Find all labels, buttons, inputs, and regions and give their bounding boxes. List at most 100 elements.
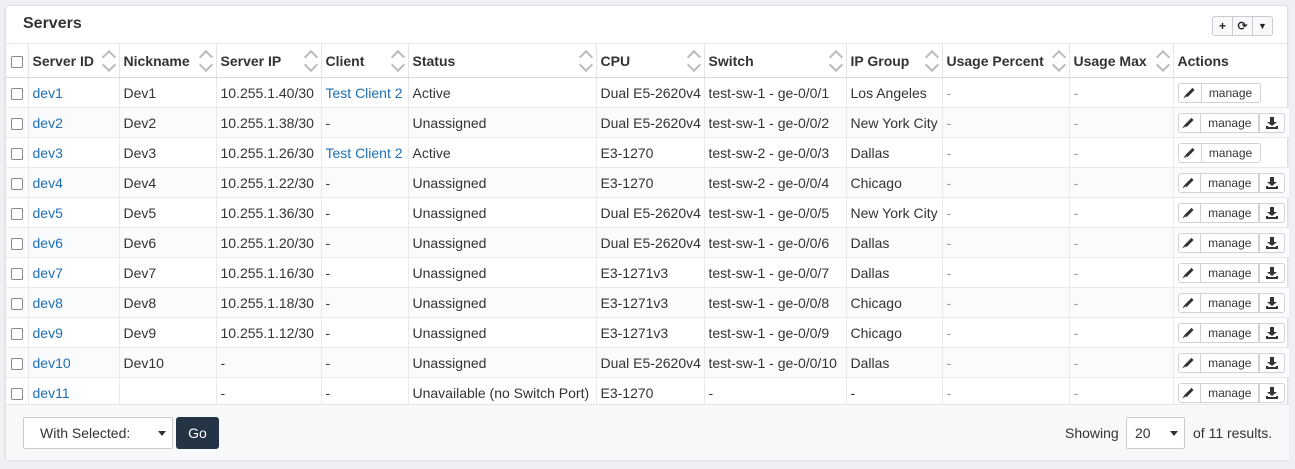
- status-cell: Unassigned: [408, 257, 597, 288]
- server-id-link[interactable]: dev9: [33, 325, 63, 341]
- col-server-ip[interactable]: Server IP: [216, 43, 322, 78]
- server-ip-cell: 10.255.1.16/30: [216, 257, 322, 288]
- server-id-link[interactable]: dev1: [33, 85, 63, 101]
- go-button[interactable]: Go: [176, 417, 219, 449]
- row-checkbox[interactable]: [10, 387, 23, 400]
- actions-cell: manage: [1173, 197, 1289, 228]
- switch-cell: test-sw-1 - ge-0/0/8: [704, 287, 847, 318]
- download-button[interactable]: [1259, 292, 1285, 313]
- add-button[interactable]: +: [1212, 16, 1233, 36]
- manage-button[interactable]: manage: [1200, 382, 1260, 403]
- status-cell: Active: [408, 137, 597, 168]
- client-value: -: [325, 174, 331, 191]
- col-server-id[interactable]: Server ID: [28, 43, 120, 78]
- row-checkbox[interactable]: [10, 297, 23, 310]
- server-id-link[interactable]: dev4: [33, 175, 63, 191]
- download-button[interactable]: [1259, 202, 1285, 223]
- edit-button[interactable]: [1177, 352, 1202, 373]
- row-select-cell: [6, 197, 29, 228]
- results-count: of 11 results.: [1193, 425, 1273, 441]
- download-button[interactable]: [1259, 232, 1285, 253]
- row-checkbox[interactable]: [10, 177, 23, 190]
- manage-button[interactable]: manage: [1200, 262, 1260, 283]
- ip-group-cell: New York City: [846, 107, 943, 138]
- usage-percent-cell: -: [942, 167, 1070, 198]
- col-client[interactable]: Client: [321, 43, 409, 78]
- manage-button[interactable]: manage: [1200, 292, 1260, 313]
- row-checkbox[interactable]: [10, 117, 23, 130]
- manage-button[interactable]: manage: [1200, 172, 1260, 193]
- manage-button[interactable]: manage: [1200, 232, 1260, 253]
- edit-button[interactable]: [1177, 292, 1202, 313]
- server-id-cell: dev4: [28, 167, 120, 198]
- panel-tools: + ⟳ ▼: [1212, 16, 1273, 36]
- download-button[interactable]: [1259, 382, 1285, 403]
- bulk-action-select[interactable]: With Selected:: [23, 417, 173, 449]
- pencil-icon: [1184, 147, 1195, 158]
- server-id-link[interactable]: dev7: [33, 265, 63, 281]
- row-checkbox[interactable]: [10, 207, 23, 220]
- manage-button[interactable]: manage: [1200, 322, 1260, 343]
- page-size-select[interactable]: 20: [1126, 417, 1185, 449]
- row-checkbox[interactable]: [10, 87, 23, 100]
- download-button[interactable]: [1259, 172, 1285, 193]
- edit-button[interactable]: [1177, 382, 1202, 403]
- server-id-link[interactable]: dev11: [33, 385, 70, 401]
- server-id-link[interactable]: dev10: [33, 355, 71, 371]
- usage-max-cell: -: [1069, 257, 1174, 288]
- manage-button[interactable]: manage: [1200, 82, 1261, 103]
- col-usage-max[interactable]: Usage Max: [1069, 43, 1174, 78]
- edit-button[interactable]: [1177, 262, 1202, 283]
- edit-button[interactable]: [1177, 322, 1202, 343]
- col-status[interactable]: Status: [408, 43, 597, 78]
- download-button[interactable]: [1259, 352, 1285, 373]
- select-all-checkbox[interactable]: [10, 55, 23, 68]
- row-actions: manage: [1177, 82, 1286, 103]
- col-usage-percent[interactable]: Usage Percent: [942, 43, 1070, 78]
- edit-button[interactable]: [1177, 142, 1202, 163]
- col-ip-group[interactable]: IP Group: [846, 43, 943, 78]
- sort-icon: [580, 50, 592, 72]
- pencil-icon: [1184, 297, 1194, 308]
- download-button[interactable]: [1259, 262, 1285, 283]
- manage-button[interactable]: manage: [1200, 202, 1260, 223]
- status-cell: Unassigned: [408, 167, 597, 198]
- manage-button[interactable]: manage: [1200, 112, 1260, 133]
- filter-button[interactable]: ▼: [1252, 16, 1273, 36]
- row-checkbox[interactable]: [10, 237, 23, 250]
- download-button[interactable]: [1259, 322, 1285, 343]
- server-id-link[interactable]: dev3: [33, 145, 63, 161]
- col-cpu[interactable]: CPU: [596, 43, 705, 78]
- client-value: -: [325, 384, 331, 401]
- refresh-button[interactable]: ⟳: [1232, 16, 1253, 36]
- client-value: -: [325, 234, 331, 251]
- edit-button[interactable]: [1177, 202, 1202, 223]
- edit-button[interactable]: [1177, 112, 1202, 133]
- status-cell: Unassigned: [408, 317, 597, 348]
- manage-button[interactable]: manage: [1200, 352, 1260, 373]
- pencil-icon: [1184, 267, 1194, 278]
- server-id-link[interactable]: dev2: [33, 115, 63, 131]
- col-nickname[interactable]: Nickname: [119, 43, 217, 78]
- server-id-cell: dev3: [28, 137, 120, 168]
- server-id-link[interactable]: dev6: [33, 235, 63, 251]
- server-ip-cell: -: [216, 347, 322, 378]
- table-row: dev11 - - Unavailable (no Switch Port) E…: [6, 377, 1289, 408]
- client-link[interactable]: Test Client 2: [326, 85, 403, 101]
- col-switch[interactable]: Switch: [704, 43, 847, 78]
- client-cell: -: [321, 317, 409, 348]
- client-link[interactable]: Test Client 2: [326, 145, 403, 161]
- server-id-link[interactable]: dev5: [33, 205, 63, 221]
- edit-button[interactable]: [1177, 82, 1202, 103]
- edit-button[interactable]: [1177, 172, 1202, 193]
- manage-button[interactable]: manage: [1200, 142, 1261, 163]
- row-checkbox[interactable]: [10, 327, 23, 340]
- row-checkbox[interactable]: [10, 357, 23, 370]
- table-row: dev9 Dev9 10.255.1.12/30 - Unassigned E3…: [6, 317, 1289, 348]
- row-checkbox[interactable]: [10, 267, 23, 280]
- download-button[interactable]: [1259, 112, 1285, 133]
- edit-button[interactable]: [1177, 232, 1202, 253]
- server-id-link[interactable]: dev8: [33, 295, 63, 311]
- row-checkbox[interactable]: [10, 147, 23, 160]
- download-icon: [1266, 116, 1279, 129]
